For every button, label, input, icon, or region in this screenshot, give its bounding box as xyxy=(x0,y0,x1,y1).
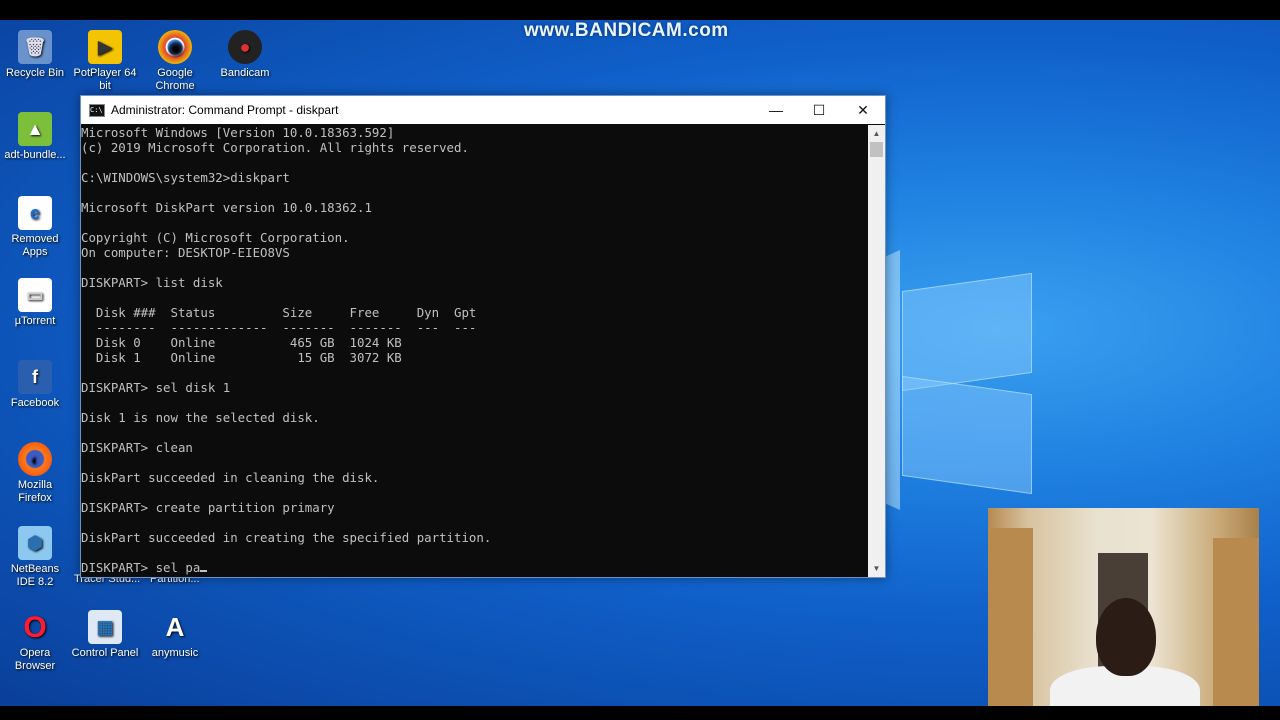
webcam-overlay xyxy=(988,508,1259,706)
cube-icon: ⬢ xyxy=(18,526,52,560)
terminal-line: Microsoft DiskPart version 10.0.18362.1 xyxy=(81,200,372,215)
terminal-line: Disk 0 Online 465 GB 1024 KB xyxy=(81,335,402,350)
terminal-line: Disk ### Status Size Free Dyn Gpt xyxy=(81,305,477,320)
file-icon: ▭ xyxy=(18,278,52,312)
facebook-icon[interactable]: f Facebook xyxy=(1,360,69,410)
terminal-line: Disk 1 Online 15 GB 3072 KB xyxy=(81,350,402,365)
current-input: DISKPART> sel pa xyxy=(81,560,201,575)
icon-label: Control Panel xyxy=(71,647,139,659)
command-prompt-window[interactable]: C:\ Administrator: Command Prompt - disk… xyxy=(80,95,886,578)
terminal-line: -------- ------------- ------- ------- -… xyxy=(81,320,477,335)
terminal-line: C:\WINDOWS\system32>diskpart xyxy=(81,170,290,185)
icon-label: anymusic xyxy=(151,647,199,659)
text-cursor xyxy=(200,570,208,572)
opera-logo-icon: O xyxy=(23,610,47,644)
scroll-up-arrow-icon[interactable]: ▲ xyxy=(868,125,885,142)
trash-icon: 🗑 xyxy=(18,30,52,64)
google-chrome-icon[interactable]: ◉ Google Chrome xyxy=(141,30,209,93)
icon-label: Facebook xyxy=(10,397,60,409)
windows-logo-pane-3 xyxy=(902,375,1032,495)
terminal-lines: Microsoft Windows [Version 10.0.18363.59… xyxy=(81,125,867,560)
terminal-input-line[interactable]: DISKPART> sel pa xyxy=(81,560,867,575)
icon-label: NetBeans IDE 8.2 xyxy=(10,563,60,588)
terminal-line: (c) 2019 Microsoft Corporation. All righ… xyxy=(81,140,469,155)
bandicam-watermark: www.BANDICAM.com xyxy=(524,20,729,41)
title-bar[interactable]: C:\ Administrator: Command Prompt - disk… xyxy=(81,96,885,124)
removed-apps-icon[interactable]: e Removed Apps xyxy=(1,196,69,259)
bandicam-icon[interactable]: ● Bandicam xyxy=(211,30,279,80)
icon-label: Opera Browser xyxy=(14,647,56,672)
netbeans-icon[interactable]: ⬢ NetBeans IDE 8.2 xyxy=(1,526,69,589)
potplayer-icon[interactable]: ▶ PotPlayer 64 bit xyxy=(71,30,139,93)
vertical-scrollbar[interactable]: ▲ ▼ xyxy=(868,125,885,577)
icon-label: Google Chrome xyxy=(155,67,195,92)
person-head xyxy=(1096,598,1156,676)
mozilla-firefox-icon[interactable]: ◐ Mozilla Firefox xyxy=(1,442,69,505)
scroll-thumb[interactable] xyxy=(870,142,883,157)
anymusic-icon[interactable]: A anymusic xyxy=(141,610,209,660)
recycle-bin-icon[interactable]: 🗑 Recycle Bin xyxy=(1,30,69,80)
control-panel-icon[interactable]: ▦ Control Panel xyxy=(71,610,139,660)
terminal-line: Microsoft Windows [Version 10.0.18363.59… xyxy=(81,125,395,140)
terminal-line: DISKPART> list disk xyxy=(81,275,223,290)
minimize-button[interactable]: — xyxy=(754,96,798,124)
terminal-line: DISKPART> clean xyxy=(81,440,193,455)
terminal-line: Copyright (C) Microsoft Corporation. xyxy=(81,230,350,245)
terminal-line: On computer: DESKTOP-EIEO8VS xyxy=(81,245,290,260)
record-icon: ● xyxy=(228,30,262,64)
icon-label: Recycle Bin xyxy=(5,67,65,79)
chrome-logo-icon: ◉ xyxy=(158,30,192,64)
desktop-background: www.BANDICAM.com 🗑 Recycle Bin ▶ PotPlay… xyxy=(0,20,1280,706)
cmd-icon: C:\ xyxy=(89,103,105,117)
document-icon: e xyxy=(18,196,52,230)
opera-browser-icon[interactable]: O Opera Browser xyxy=(1,610,69,673)
icon-label: PotPlayer 64 bit xyxy=(73,67,137,92)
facebook-logo-icon: f xyxy=(18,360,52,394)
close-button[interactable]: ✕ xyxy=(841,96,885,124)
adt-bundle-icon[interactable]: ▲ adt-bundle... xyxy=(1,112,69,162)
icon-label: Bandicam xyxy=(220,67,270,79)
utorrent-icon[interactable]: ▭ µTorrent xyxy=(1,278,69,328)
scroll-down-arrow-icon[interactable]: ▼ xyxy=(868,560,885,577)
icon-label: adt-bundle... xyxy=(4,149,66,161)
windows-logo-pane-1 xyxy=(902,272,1032,392)
play-icon: ▶ xyxy=(88,30,122,64)
anymusic-logo-icon: A xyxy=(165,611,185,642)
terminal-line: Disk 1 is now the selected disk. xyxy=(81,410,320,425)
android-icon: ▲ xyxy=(18,112,52,146)
cabinet-left xyxy=(988,528,1033,706)
terminal-line: DISKPART> sel disk 1 xyxy=(81,380,231,395)
terminal-line: DiskPart succeeded in cleaning the disk. xyxy=(81,470,380,485)
firefox-logo-icon: ◐ xyxy=(18,442,52,476)
control-panel-logo-icon: ▦ xyxy=(88,610,122,644)
icon-label: Mozilla Firefox xyxy=(17,479,53,504)
icon-label: µTorrent xyxy=(14,315,56,327)
terminal-line: DISKPART> create partition primary xyxy=(81,500,335,515)
maximize-button[interactable]: ☐ xyxy=(797,96,841,124)
cabinet-right xyxy=(1213,538,1259,706)
terminal-output[interactable]: Microsoft Windows [Version 10.0.18363.59… xyxy=(81,125,867,577)
window-title: Administrator: Command Prompt - diskpart xyxy=(111,103,339,117)
terminal-line: DiskPart succeeded in creating the speci… xyxy=(81,530,492,545)
icon-label: Removed Apps xyxy=(11,233,59,258)
